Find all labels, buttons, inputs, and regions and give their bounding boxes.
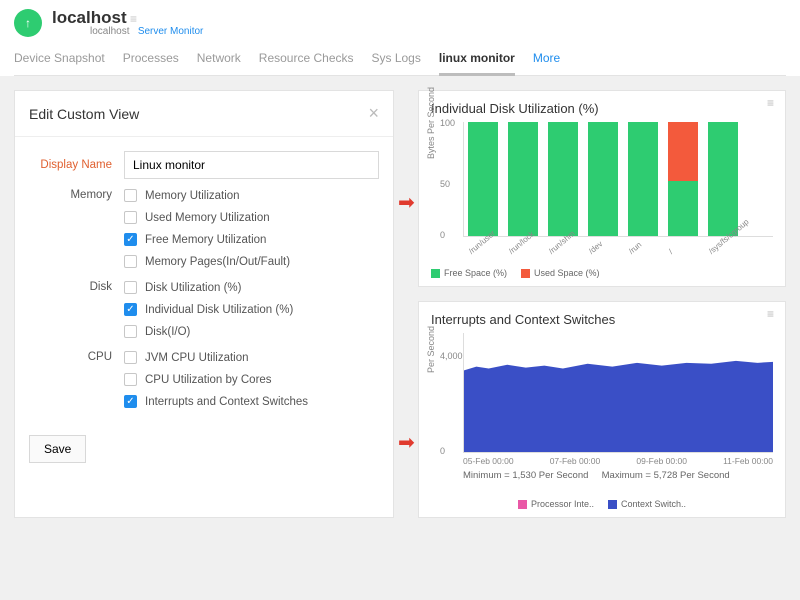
- y-tick: 0: [440, 446, 445, 456]
- chart-menu-icon[interactable]: ≡: [767, 312, 775, 317]
- host-status-icon: ↑: [14, 9, 42, 37]
- arrow-icon: ➡: [398, 430, 415, 455]
- bar-chart-area: Bytes Per Second 100 50 0: [463, 122, 773, 237]
- checkbox-memory-pages[interactable]: [124, 255, 137, 268]
- chart-legend: Free Space (%) Used Space (%): [431, 268, 773, 278]
- display-name-label: Display Name: [29, 159, 124, 171]
- chart-menu-icon[interactable]: ≡: [767, 101, 775, 106]
- group-label-memory: Memory: [29, 189, 124, 201]
- host-title: localhost: [52, 8, 127, 27]
- tab-resource-checks[interactable]: Resource Checks: [259, 47, 354, 75]
- option-label: Disk Utilization (%): [145, 282, 242, 294]
- checkbox-disk-utilization[interactable]: [124, 281, 137, 294]
- breadcrumb-page[interactable]: Server Monitor: [138, 26, 204, 37]
- option-label: Interrupts and Context Switches: [145, 396, 308, 408]
- chart-legend: Processor Inte.. Context Switch..: [431, 499, 773, 509]
- area-chart-area: Per Second 4,000 0: [463, 333, 773, 453]
- host-menu-icon[interactable]: ≡: [130, 12, 136, 26]
- tab-sys-logs[interactable]: Sys Logs: [372, 47, 421, 75]
- y-tick: 4,000: [440, 351, 463, 361]
- stat-min: Minimum = 1,530 Per Second: [463, 470, 588, 481]
- x-tick: 07-Feb 00:00: [550, 456, 601, 466]
- option-label: Free Memory Utilization: [145, 234, 266, 246]
- checkbox-free-memory[interactable]: ✓: [124, 233, 137, 246]
- checkbox-cpu-cores[interactable]: [124, 373, 137, 386]
- y-axis-label: Bytes Per Second: [426, 87, 436, 159]
- checkbox-jvm-cpu[interactable]: [124, 351, 137, 364]
- option-label: CPU Utilization by Cores: [145, 374, 272, 386]
- checkbox-memory-utilization[interactable]: [124, 189, 137, 202]
- group-label-disk: Disk: [29, 281, 124, 293]
- option-label: Memory Pages(In/Out/Fault): [145, 256, 290, 268]
- y-tick: 100: [440, 118, 455, 128]
- tab-network[interactable]: Network: [197, 47, 241, 75]
- y-axis-label: Per Second: [426, 326, 436, 373]
- checkbox-interrupts[interactable]: ✓: [124, 395, 137, 408]
- option-label: Disk(I/O): [145, 326, 190, 338]
- option-label: Individual Disk Utilization (%): [145, 304, 293, 316]
- checkbox-disk-io[interactable]: [124, 325, 137, 338]
- chart-title: Interrupts and Context Switches: [431, 312, 773, 327]
- option-label: Used Memory Utilization: [145, 212, 270, 224]
- edit-custom-view-panel: Edit Custom View × Display Name Memory M…: [14, 90, 394, 518]
- chart-interrupts: ≡ Interrupts and Context Switches Per Se…: [418, 301, 786, 518]
- option-label: Memory Utilization: [145, 190, 240, 202]
- x-tick: 09-Feb 00:00: [636, 456, 687, 466]
- tab-more[interactable]: More: [533, 47, 560, 75]
- x-tick: 05-Feb 00:00: [463, 456, 514, 466]
- x-tick: 11-Feb 00:00: [723, 456, 773, 466]
- tab-bar: Device Snapshot Processes Network Resour…: [14, 47, 786, 76]
- tab-linux-monitor[interactable]: linux monitor: [439, 47, 515, 76]
- stat-max: Maximum = 5,728 Per Second: [602, 470, 730, 481]
- y-tick: 0: [440, 230, 445, 240]
- tab-processes[interactable]: Processes: [123, 47, 179, 75]
- option-label: JVM CPU Utilization: [145, 352, 249, 364]
- breadcrumb-host[interactable]: localhost: [90, 26, 129, 37]
- checkbox-individual-disk[interactable]: ✓: [124, 303, 137, 316]
- display-name-input[interactable]: [124, 151, 379, 179]
- chart-title: Individual Disk Utilization (%): [431, 101, 773, 116]
- save-button[interactable]: Save: [29, 435, 86, 463]
- y-tick: 50: [440, 179, 450, 189]
- breadcrumb: localhost Server Monitor: [90, 26, 203, 37]
- arrow-icon: ➡: [398, 190, 415, 215]
- tab-device-snapshot[interactable]: Device Snapshot: [14, 47, 105, 75]
- close-icon[interactable]: ×: [368, 103, 379, 124]
- chart-disk-utilization: ≡ Individual Disk Utilization (%) Bytes …: [418, 90, 786, 287]
- checkbox-used-memory[interactable]: [124, 211, 137, 224]
- group-label-cpu: CPU: [29, 351, 124, 363]
- panel-title: Edit Custom View: [29, 106, 139, 122]
